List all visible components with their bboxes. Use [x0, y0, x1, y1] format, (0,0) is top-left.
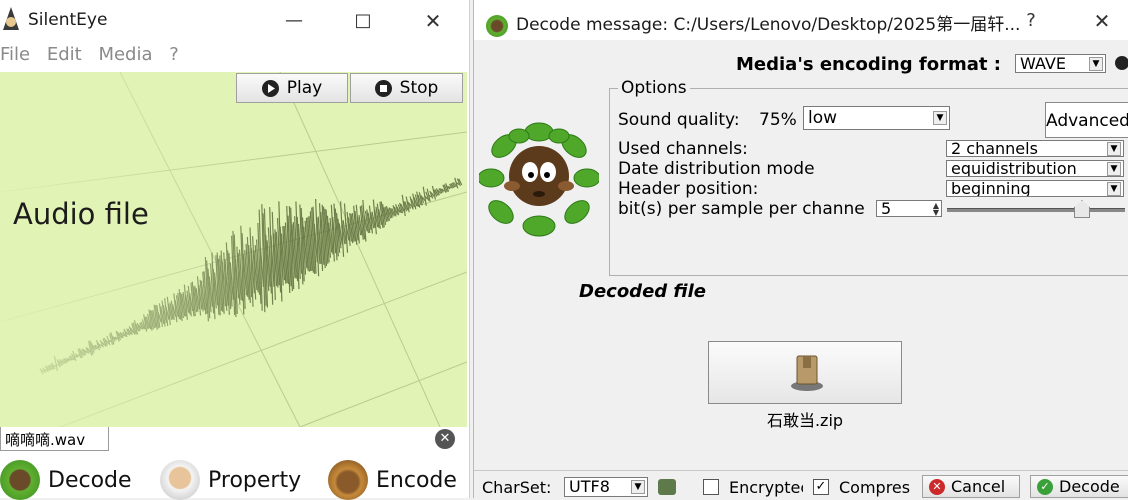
close-icon[interactable]: ✕: [418, 8, 448, 34]
silenteye-logo-icon: [3, 7, 19, 30]
play-button[interactable]: Play: [236, 73, 348, 103]
encoding-format-label: Media's encoding format :: [736, 54, 1001, 75]
encode-action-button[interactable]: Encode: [328, 460, 457, 500]
audio-media-preview: Audio file: [0, 72, 467, 427]
charset-select[interactable]: UTF8 ▼: [564, 477, 648, 497]
used-channels-value: 2 channels: [951, 140, 1038, 157]
dialog-close-icon[interactable]: ✕: [1087, 8, 1117, 34]
chevron-down-icon: ▼: [1107, 181, 1121, 196]
compressed-label: Compres: [839, 478, 911, 497]
menu-file[interactable]: File: [0, 44, 30, 65]
cancel-button[interactable]: ✕ Cancel: [922, 475, 1020, 498]
waveform-image: [0, 72, 467, 427]
options-title: Options: [618, 78, 690, 98]
play-label: Play: [286, 78, 323, 98]
property-action-label: Property: [208, 467, 302, 493]
sound-quality-value: low: [808, 108, 838, 128]
charset-info-icon[interactable]: [658, 479, 676, 495]
decoder-mascot-icon: [479, 122, 599, 237]
header-position-label: Header position:: [618, 179, 759, 199]
chevron-down-icon: ▼: [933, 111, 947, 125]
decode-label: Decode: [1059, 477, 1120, 496]
distribution-mode-select[interactable]: equidistribution ▼: [946, 160, 1124, 177]
decoded-file-button[interactable]: [708, 341, 902, 404]
play-icon: [261, 79, 279, 97]
decode-character-icon: [0, 460, 40, 500]
encoding-format-select[interactable]: WAVE ▼: [1015, 54, 1106, 73]
maximize-icon[interactable]: □: [348, 8, 378, 34]
decode-action-button[interactable]: Decode: [0, 460, 132, 500]
bits-per-sample-label: bit(s) per sample per channe: [618, 199, 865, 219]
stop-icon: [374, 79, 392, 97]
dialog-app-icon: [486, 15, 508, 37]
main-titlebar: SilentEye — □ ✕: [0, 0, 469, 40]
compressed-checkbox[interactable]: ✓: [813, 479, 829, 495]
sound-quality-percent: 75%: [759, 110, 797, 130]
encrypted-checkbox[interactable]: [703, 479, 719, 495]
header-position-select[interactable]: beginning ▼: [946, 180, 1124, 197]
bits-per-sample-spinbox[interactable]: 5 ▲ ▼: [876, 200, 942, 217]
sound-quality-select[interactable]: low ▼: [803, 106, 950, 130]
encoding-format-value: WAVE: [1020, 54, 1066, 73]
charset-label: CharSet:: [482, 478, 552, 497]
chevron-down-icon: ▼: [1107, 141, 1121, 156]
encode-character-icon: [328, 460, 368, 500]
property-character-icon: [160, 460, 200, 500]
bits-per-sample-value: 5: [881, 200, 892, 217]
charset-value: UTF8: [569, 477, 610, 496]
menu-media[interactable]: Media: [98, 44, 152, 65]
chevron-down-icon: ▼: [631, 480, 645, 494]
distribution-mode-label: Date distribution mode: [618, 159, 815, 179]
close-tab-icon[interactable]: ✕: [435, 429, 455, 449]
spin-arrows-icon[interactable]: ▲ ▼: [933, 202, 939, 217]
file-tab[interactable]: 嘀嘀嘀.wav: [0, 427, 109, 451]
menu-bar: File Edit Media ?: [0, 44, 190, 68]
archive-box-icon: [791, 355, 823, 391]
cancel-label: Cancel: [951, 477, 1006, 496]
header-position-value: beginning: [951, 180, 1031, 197]
property-action-button[interactable]: Property: [160, 460, 302, 500]
help-icon[interactable]: ?: [1016, 8, 1046, 34]
main-window-title: SilentEye: [28, 10, 108, 30]
minimize-icon[interactable]: —: [279, 8, 309, 34]
advanced-button[interactable]: Advanced: [1045, 102, 1128, 138]
used-channels-select[interactable]: 2 channels ▼: [946, 140, 1124, 157]
audio-file-label: Audio file: [13, 197, 149, 231]
distribution-mode-value: equidistribution: [951, 160, 1077, 177]
menu-help[interactable]: ?: [169, 44, 179, 65]
decoded-file-name: 石敢当.zip: [766, 411, 844, 430]
file-tab-label: 嘀嘀嘀.wav: [5, 431, 86, 449]
check-icon: ✓: [1037, 478, 1053, 495]
decode-button[interactable]: ✓ Decode: [1030, 475, 1128, 498]
chevron-down-icon: ▼: [1089, 56, 1103, 71]
menu-edit[interactable]: Edit: [47, 44, 82, 65]
stop-button[interactable]: Stop: [350, 73, 463, 103]
advanced-label: Advanced: [1046, 111, 1128, 131]
chevron-down-icon: ▼: [1107, 161, 1121, 176]
dialog-title: Decode message: C:/Users/Lenovo/Desktop/…: [516, 15, 1021, 35]
format-play-icon[interactable]: [1115, 56, 1128, 70]
bits-slider-track[interactable]: [947, 208, 1125, 212]
used-channels-label: Used channels:: [618, 139, 748, 159]
stop-label: Stop: [399, 78, 439, 98]
encrypted-label: Encryptec: [729, 478, 803, 497]
dialog-titlebar: Decode message: C:/Users/Lenovo/Desktop/…: [474, 0, 1128, 40]
decode-message-dialog: Decode message: C:/Users/Lenovo/Desktop/…: [473, 0, 1128, 498]
silenteye-main-window: SilentEye — □ ✕ File Edit Media ? Audio …: [0, 0, 470, 500]
decode-action-label: Decode: [48, 467, 132, 493]
cancel-icon: ✕: [929, 478, 945, 495]
sound-quality-label: Sound quality:: [618, 110, 740, 130]
decoded-file-title: Decoded file: [579, 281, 706, 302]
encode-action-label: Encode: [376, 467, 457, 493]
